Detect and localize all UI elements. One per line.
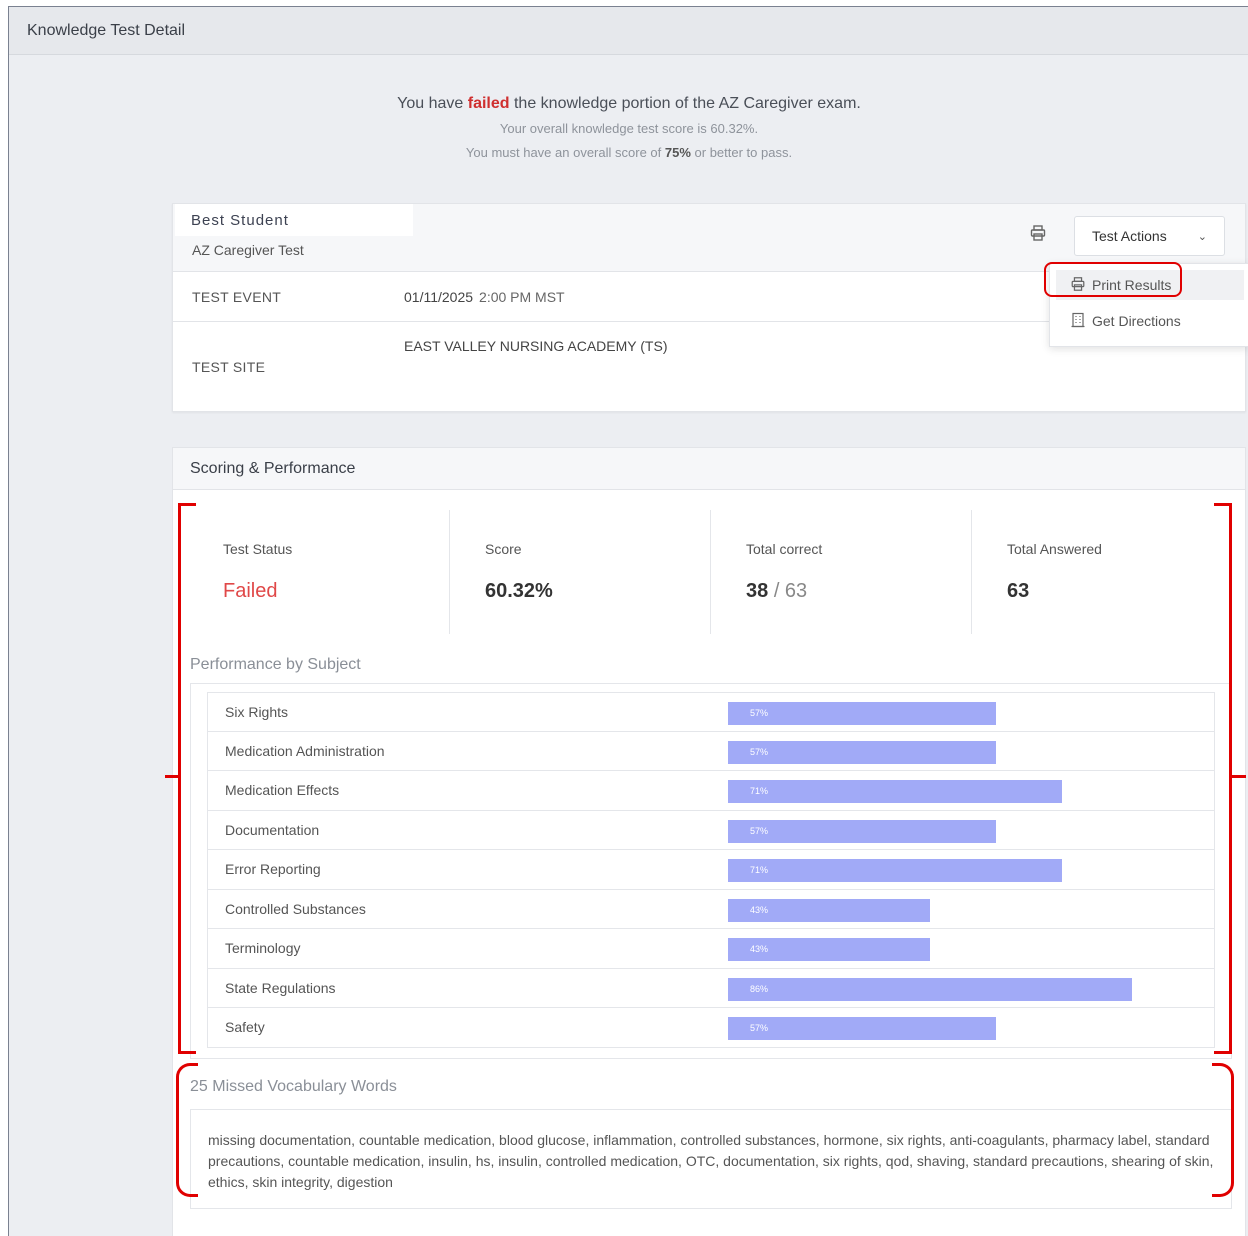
subject-score-bar: 71%: [728, 859, 1062, 882]
table-row: Controlled Substances 43%: [207, 889, 1215, 929]
performance-title: Performance by Subject: [190, 656, 361, 673]
table-row: Terminology 43%: [207, 929, 1215, 969]
table-row: Medication Effects 71%: [207, 771, 1215, 811]
req-suffix: or better to pass.: [694, 145, 793, 160]
pass-requirement: You must have an overall score of 75% or…: [9, 145, 1248, 160]
subject-name: Error Reporting: [225, 861, 321, 877]
result-prefix: You have: [397, 95, 464, 112]
subject-score-label: 43%: [750, 904, 769, 915]
subject-score-bar: 43%: [728, 898, 930, 922]
table-row: Six Rights 57%: [207, 692, 1215, 732]
test-actions-button[interactable]: Test Actions ⌄: [1074, 216, 1225, 256]
subject-name: Six Rights: [225, 704, 289, 720]
table-row: Error Reporting 71%: [207, 850, 1215, 890]
stat-label: Test Status: [223, 541, 293, 557]
subject-score-bar: 57%: [728, 702, 996, 725]
subject-score-bar: 57%: [728, 740, 996, 764]
stat-value: 63: [1007, 580, 1030, 602]
subject-score-label: 57%: [750, 1023, 769, 1033]
menu-item-label: Get Directions: [1092, 313, 1181, 329]
student-name: Best Student: [175, 204, 413, 236]
subject-score-label: 57%: [750, 825, 769, 836]
subject-score-bar: 43%: [728, 938, 930, 961]
test-event-date: 01/11/2025: [404, 289, 474, 305]
print-icon[interactable]: [1029, 224, 1047, 242]
table-row: Documentation 57%: [207, 810, 1215, 850]
annotation-print-highlight: [1044, 262, 1182, 297]
stat-label: Score: [485, 541, 522, 557]
test-event-label: TEST EVENT: [192, 289, 282, 305]
subject-name: Medication Effects: [225, 782, 340, 798]
result-message: You have failed the knowledge portion of…: [9, 95, 1248, 113]
table-row: State Regulations 86%: [207, 968, 1215, 1008]
performance-table: Six Rights 57% Medication Administration 57…: [207, 692, 1215, 1048]
subject-score-bar: 57%: [728, 819, 996, 843]
stat-test-status: Test Status Failed: [173, 514, 435, 638]
stat-label: Total correct: [746, 541, 823, 557]
stat-value: Failed: [223, 580, 278, 602]
subject-name: Medication Administration: [225, 742, 385, 759]
test-site-value: EAST VALLEY NURSING ACADEMY (TS): [404, 338, 668, 354]
subject-score-bar: 57%: [728, 1017, 996, 1040]
stat-total-correct: Total correct 38 / 63: [696, 514, 958, 638]
subject-score-label: 71%: [750, 786, 769, 796]
subject-score-label: 86%: [750, 983, 769, 994]
subject-name: Terminology: [225, 940, 301, 956]
subject-name: State Regulations: [225, 979, 336, 996]
test-actions-label: Test Actions: [1092, 228, 1167, 244]
menu-item-get-directions[interactable]: Get Directions: [1056, 306, 1244, 336]
correct-count: 38: [746, 580, 769, 602]
table-row: Medication Administration 57%: [207, 731, 1215, 771]
total-count: / 63: [773, 580, 808, 602]
building-icon: [1071, 312, 1085, 328]
result-banner: You have failed the knowledge portion of…: [9, 95, 1248, 160]
stat-total-answered: Total Answered 63: [957, 514, 1219, 638]
subject-name: Documentation: [225, 821, 320, 838]
test-event-value: 01/11/2025 2:00 PM MST: [404, 289, 565, 305]
subject-name: Safety: [225, 1019, 265, 1035]
table-row: Safety 57%: [207, 1008, 1215, 1048]
test-site-label: TEST SITE: [192, 359, 266, 375]
subject-score-label: 57%: [750, 746, 769, 757]
annotation-brace-right: [1212, 1063, 1234, 1197]
req-prefix: You must have an overall score of: [465, 145, 662, 160]
stat-score: Score 60.32%: [435, 514, 697, 638]
annotation-brace-left: [176, 1063, 198, 1197]
vocab-title: 25 Missed Vocabulary Words: [190, 1078, 397, 1095]
subject-score-label: 57%: [750, 708, 769, 718]
result-suffix: the knowledge portion of the AZ Caregive…: [513, 95, 861, 112]
chevron-down-icon: ⌄: [1197, 231, 1207, 243]
scoring-title: Scoring & Performance: [190, 460, 356, 477]
stat-label: Total Answered: [1007, 541, 1102, 557]
annotation-bracket-right: [1214, 503, 1232, 1054]
annotation-tick-left: [165, 775, 178, 778]
test-event-time: 2:00 PM MST: [479, 289, 565, 305]
scoring-card: Scoring & Performance Test Status Failed…: [172, 447, 1246, 1236]
test-name: AZ Caregiver Test: [192, 242, 304, 258]
scoring-header: Scoring & Performance: [173, 448, 1245, 490]
score-line: Your overall knowledge test score is 60.…: [499, 121, 759, 136]
page-title: Knowledge Test Detail: [27, 22, 186, 39]
subject-score-bar: 86%: [728, 977, 1132, 1001]
vocab-list: missing documentation, countable medicat…: [190, 1109, 1232, 1209]
annotation-bracket-left: [178, 503, 196, 1054]
stat-value: 38 / 63: [746, 580, 807, 603]
req-value: 75%: [664, 145, 691, 160]
annotation-tick-right: [1232, 775, 1246, 778]
title-bar: Knowledge Test Detail: [9, 7, 1248, 55]
subject-score-bar: 71%: [728, 780, 1062, 803]
result-status-word: failed: [467, 95, 510, 112]
stat-value: 60.32%: [485, 580, 553, 602]
subject-score-label: 71%: [750, 865, 769, 875]
subject-name: Controlled Substances: [225, 900, 366, 917]
subject-score-label: 43%: [750, 944, 769, 954]
